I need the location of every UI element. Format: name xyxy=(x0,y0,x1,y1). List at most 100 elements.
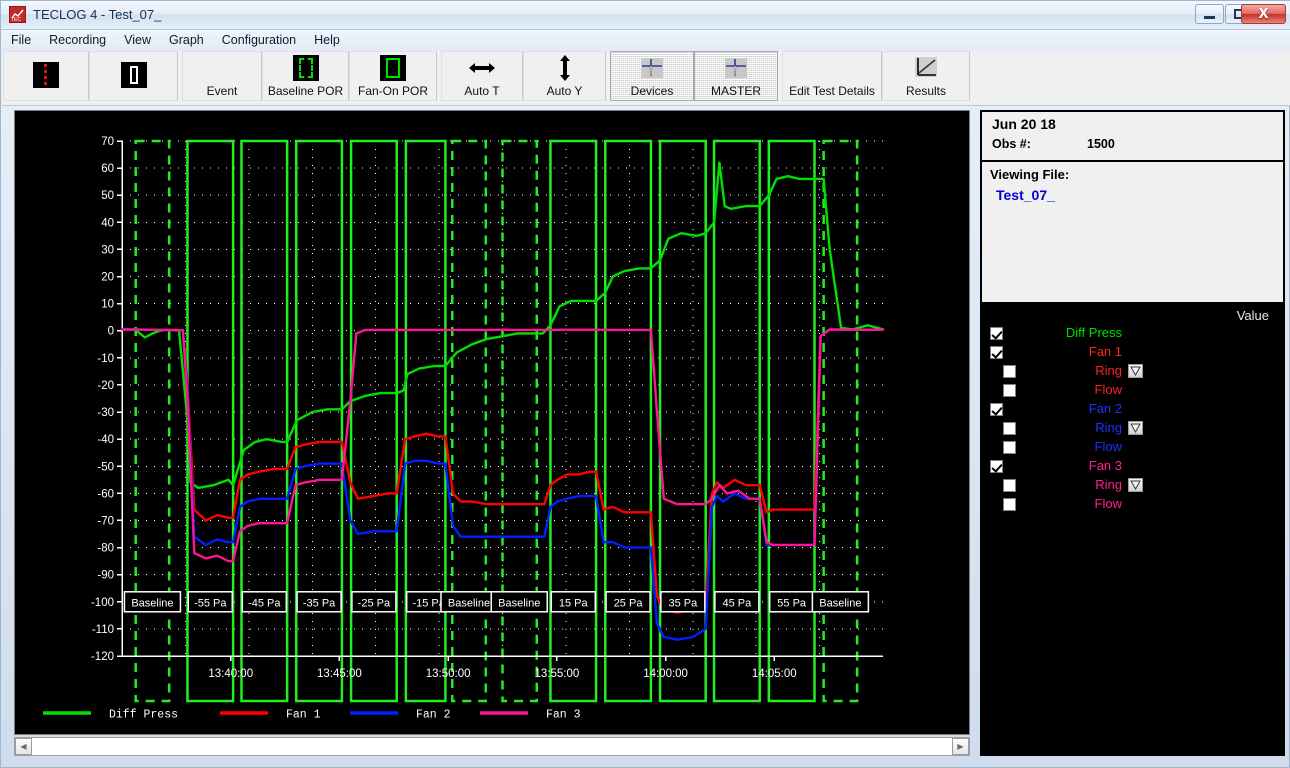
close-button[interactable]: X xyxy=(1241,4,1286,24)
minimize-button[interactable] xyxy=(1195,4,1224,24)
viewing-file-label: Viewing File: xyxy=(990,167,1070,182)
svg-text:-80: -80 xyxy=(97,543,114,555)
menu-item-configuration[interactable]: Configuration xyxy=(213,30,305,51)
observation-date: Jun 20 18 xyxy=(992,116,1056,132)
svg-text:25 Pa: 25 Pa xyxy=(614,597,644,609)
svg-text:-90: -90 xyxy=(97,570,114,582)
toolbar-button-white-bar[interactable] xyxy=(89,51,178,101)
minimize-icon xyxy=(1196,5,1223,23)
gauge-icon xyxy=(639,52,665,84)
observation-info-box: Jun 20 18 Obs #: 1500 xyxy=(980,110,1285,162)
toolbar-button-label: Devices xyxy=(630,84,674,98)
teclog-window: TEC TECLOG 4 - Test_07_ X File Recording V… xyxy=(0,0,1290,768)
event-band-dashed xyxy=(451,139,488,703)
svg-text:-45 Pa: -45 Pa xyxy=(248,597,281,609)
svg-text:60: 60 xyxy=(101,163,114,175)
chevron-down-icon[interactable] xyxy=(1128,364,1143,378)
legend-label: Fan 2 xyxy=(416,709,451,722)
channel-label: Flow xyxy=(1094,382,1122,397)
toolbar-button-master[interactable]: MASTER xyxy=(694,51,778,101)
channel-row: Ring xyxy=(982,476,1287,495)
chevron-down-icon[interactable] xyxy=(1128,478,1143,492)
event-band xyxy=(712,139,761,703)
legend-label: Fan 1 xyxy=(286,709,321,722)
svg-text:-35 Pa: -35 Pa xyxy=(303,597,336,609)
toolbar-button-edit-test-details[interactable]: Edit Test Details xyxy=(782,51,882,101)
scroll-track[interactable] xyxy=(32,738,952,755)
toolbar-button-red-dashed-line[interactable] xyxy=(3,51,89,101)
event-band xyxy=(658,139,707,703)
toolbar-button-devices[interactable]: Devices xyxy=(610,51,694,101)
svg-text:10: 10 xyxy=(101,299,114,311)
trend-plot: 70 60 50 40 30 20 10 0 -10 -20 -30 -40 -50 -60 -70 -80 -… xyxy=(43,136,885,722)
svg-text:50: 50 xyxy=(101,190,114,202)
menu-item-file[interactable]: File xyxy=(2,30,40,51)
menu-item-help[interactable]: Help xyxy=(305,30,349,51)
value-column-header: Value xyxy=(1236,308,1269,323)
event-band xyxy=(295,139,344,703)
svg-text:-10: -10 xyxy=(97,353,114,365)
channel-label: Ring xyxy=(1095,477,1122,492)
title-bar: TEC TECLOG 4 - Test_07_ X xyxy=(1,1,1290,30)
toolbar-button-label: Edit Test Details xyxy=(789,84,875,98)
toolbar-button-label: Baseline POR xyxy=(267,84,344,98)
svg-text:-40: -40 xyxy=(97,434,114,446)
chart-horizontal-scrollbar[interactable]: ◀ ▶ xyxy=(14,737,970,756)
legend-label: Diff Press xyxy=(109,709,178,722)
menu-item-graph[interactable]: Graph xyxy=(160,30,213,51)
close-icon: X xyxy=(1258,6,1269,22)
event-band xyxy=(767,139,816,703)
svg-text:15 Pa: 15 Pa xyxy=(559,597,589,609)
toolbar-button-auto-y[interactable]: Auto Y xyxy=(523,51,606,101)
menu-bar: File Recording View Graph Configuration Help xyxy=(2,30,1290,52)
toolbar-button-label: MASTER xyxy=(710,84,761,98)
channel-row: Flow xyxy=(982,495,1287,514)
scroll-left-arrow[interactable]: ◀ xyxy=(15,738,32,755)
chevron-down-icon[interactable] xyxy=(1128,421,1143,435)
horizontal-arrows-icon xyxy=(467,52,497,84)
channel-row: Flow xyxy=(982,381,1287,400)
channel-row: Fan 2 xyxy=(982,400,1287,419)
channel-label: Ring xyxy=(1095,420,1122,435)
svg-text:13:45:00: 13:45:00 xyxy=(317,668,362,680)
viewing-file-name[interactable]: Test_07_ xyxy=(996,187,1055,203)
svg-text:13:50:00: 13:50:00 xyxy=(426,668,471,680)
svg-text:14:00:00: 14:00:00 xyxy=(643,668,688,680)
svg-text:20: 20 xyxy=(101,272,114,284)
trend-icon xyxy=(913,52,939,84)
green-solid-box-icon xyxy=(380,52,406,84)
toolbar-group-0 xyxy=(3,51,178,103)
toolbar-button-baseline-por[interactable]: Baseline POR xyxy=(262,51,349,101)
channel-label: Ring xyxy=(1095,363,1122,378)
toolbar-group-3: Devices MASTER xyxy=(610,51,778,103)
menu-item-view[interactable]: View xyxy=(115,30,160,51)
legend-label: Fan 3 xyxy=(546,709,581,722)
toolbar-button-results[interactable]: Results xyxy=(882,51,970,101)
svg-text:55 Pa: 55 Pa xyxy=(777,597,807,609)
svg-text:14:05:00: 14:05:00 xyxy=(752,668,797,680)
toolbar-button-fan-on-por[interactable]: Fan-On POR xyxy=(349,51,437,101)
app-icon: TEC xyxy=(9,6,26,23)
white-bar-icon xyxy=(120,52,147,98)
svg-text:Baseline: Baseline xyxy=(131,597,173,609)
gauge-icon xyxy=(723,52,749,84)
red-dashed-line-icon xyxy=(33,52,59,98)
svg-text:-30: -30 xyxy=(97,407,114,419)
menu-item-recording[interactable]: Recording xyxy=(40,30,115,51)
svg-text:35 Pa: 35 Pa xyxy=(668,597,698,609)
channel-row: Fan 1 xyxy=(982,343,1287,362)
event-band xyxy=(240,139,289,703)
svg-text:40: 40 xyxy=(101,217,114,229)
chart-area[interactable]: 70 60 50 40 30 20 10 0 -10 -20 -30 -40 -50 -60 -70 -80 -… xyxy=(14,110,970,735)
svg-text:-120: -120 xyxy=(91,651,114,663)
event-band xyxy=(186,139,235,703)
event-band xyxy=(549,139,598,703)
channel-label: Fan 1 xyxy=(1088,344,1122,359)
toolbar-group-2: Auto T Auto Y xyxy=(441,51,606,103)
scroll-right-arrow[interactable]: ▶ xyxy=(952,738,969,755)
green-dashed-box-icon xyxy=(292,52,319,84)
channel-row: Diff Press xyxy=(982,324,1287,343)
toolbar-button-auto-t[interactable]: Auto T xyxy=(441,51,523,101)
svg-text:-55 Pa: -55 Pa xyxy=(194,597,227,609)
toolbar-button-event[interactable]: Event xyxy=(182,51,262,101)
